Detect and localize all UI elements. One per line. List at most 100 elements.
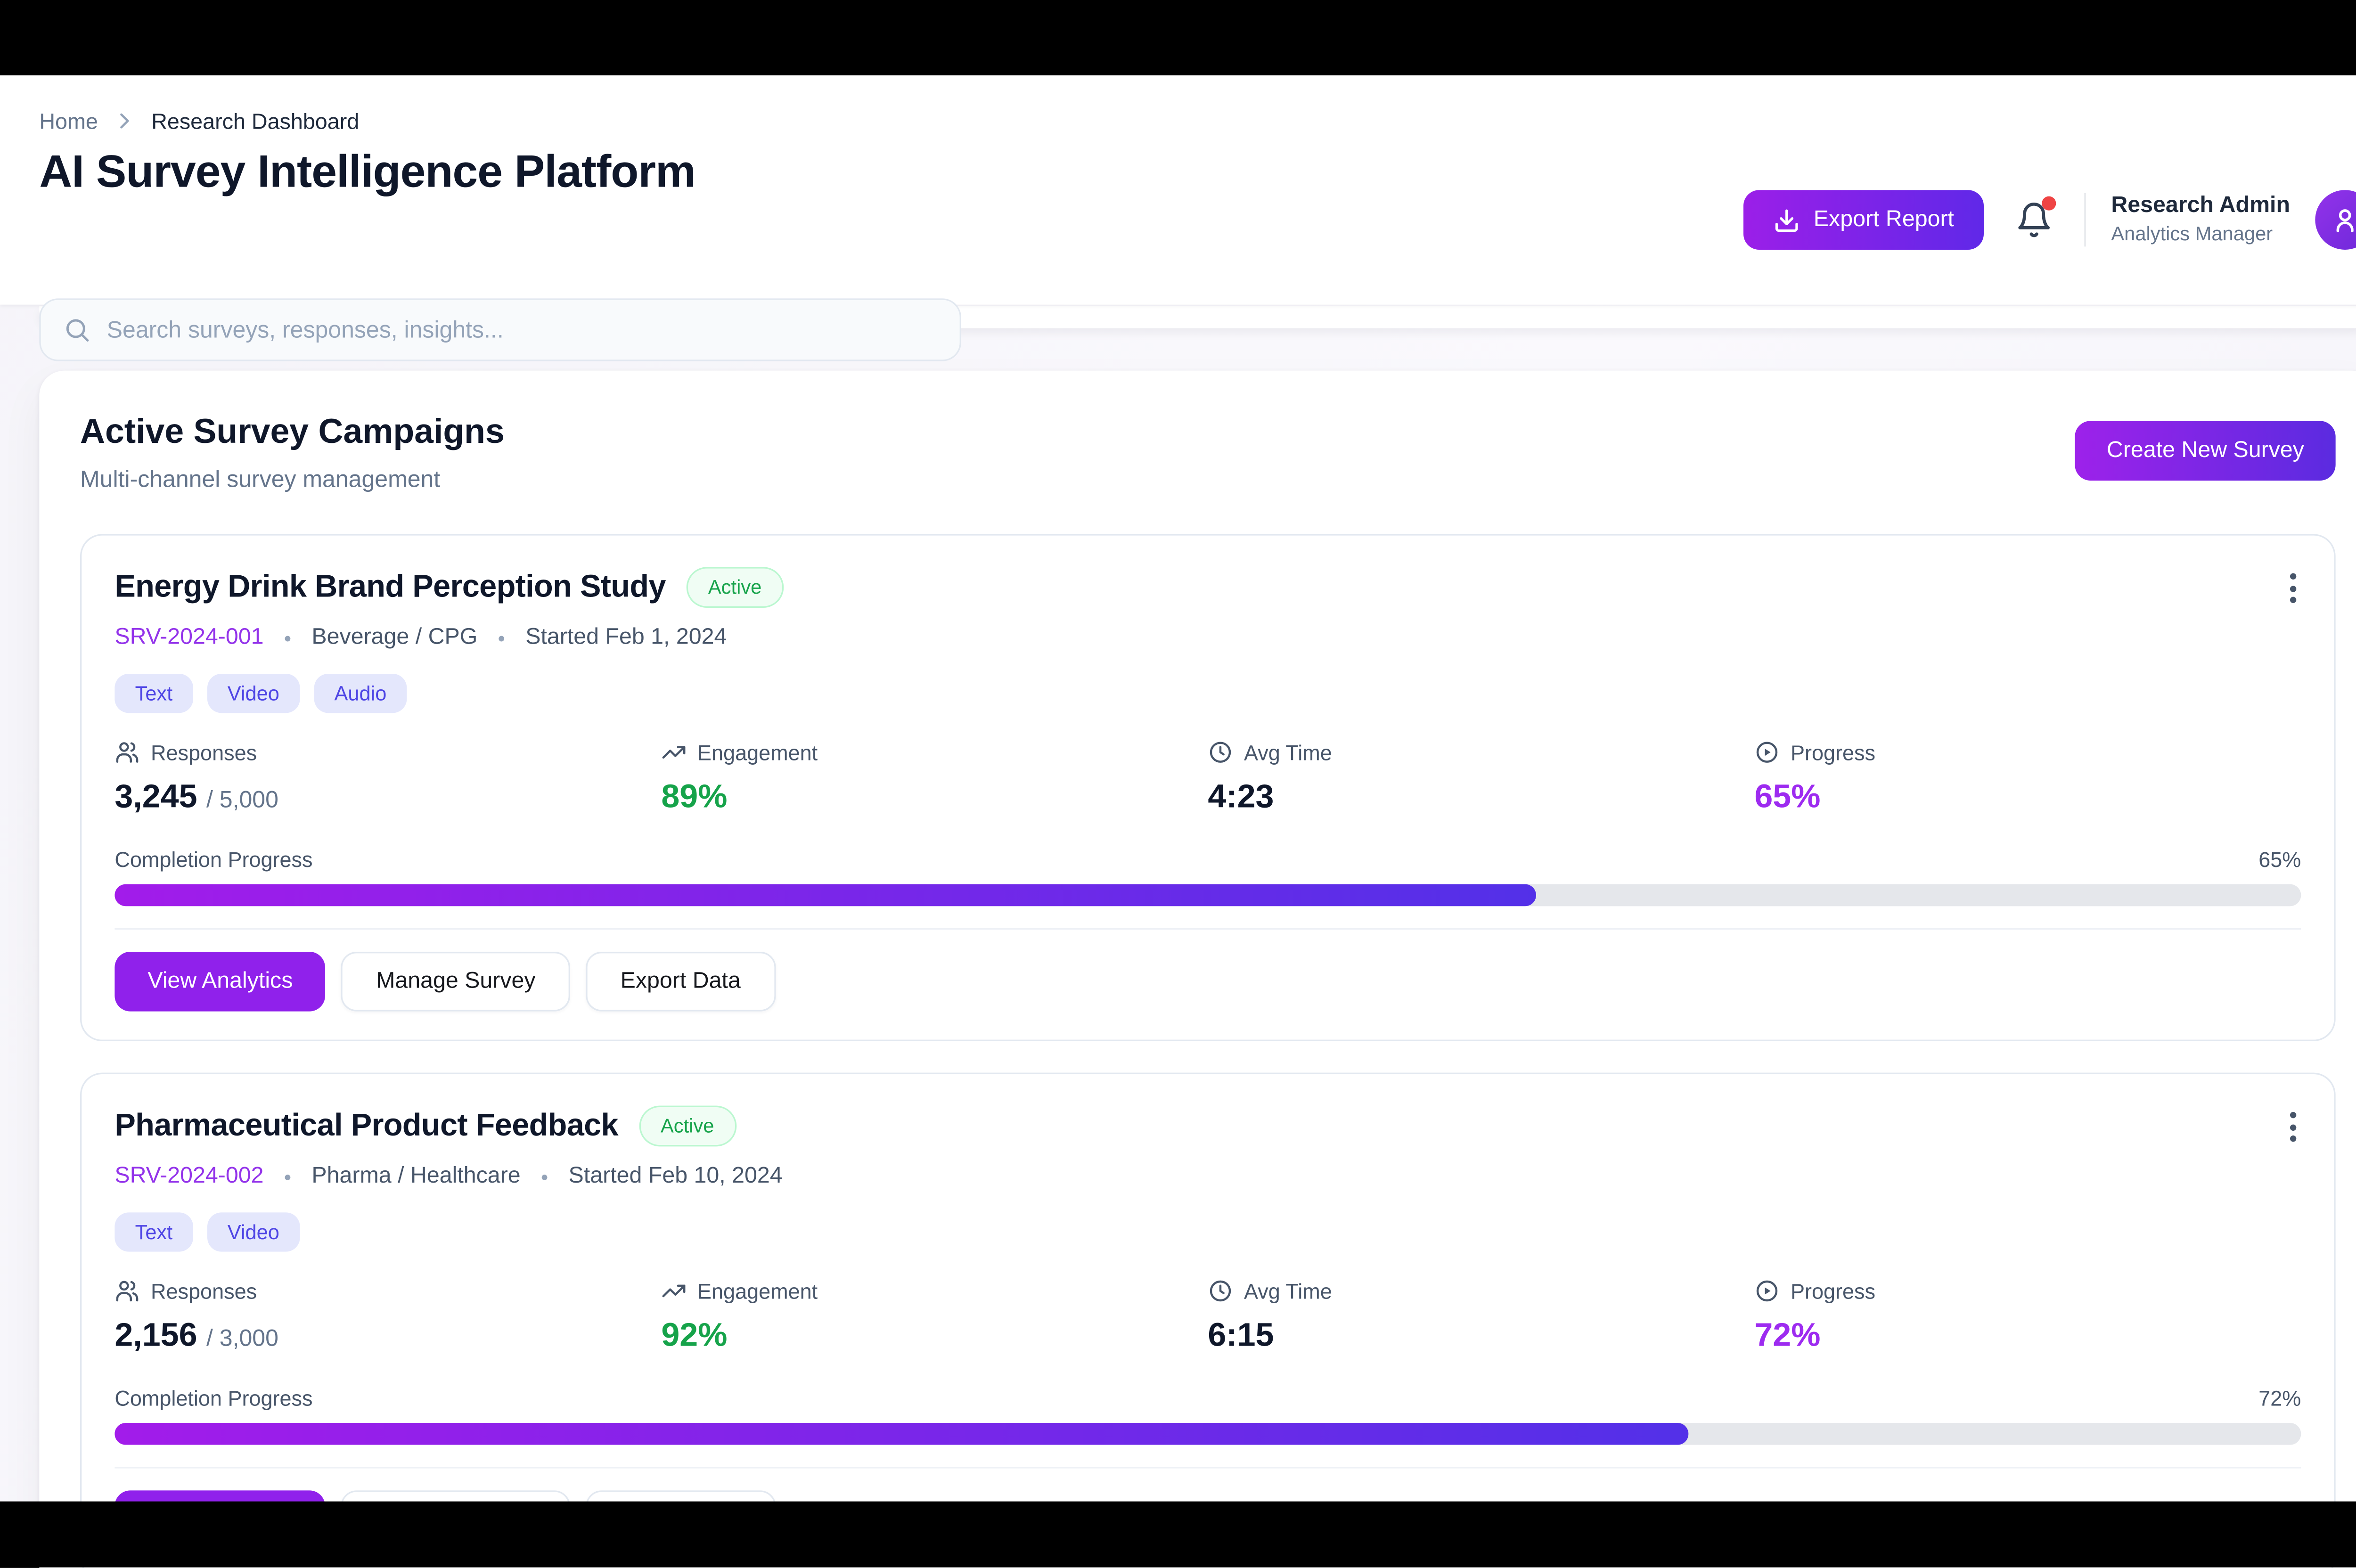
user-info: Research Admin Analytics Manager <box>2111 192 2290 248</box>
user-name: Research Admin <box>2111 192 2290 220</box>
section-header: Active Survey Campaigns Multi-channel su… <box>80 411 2336 493</box>
completion-progress-percent: 65% <box>2258 848 2301 872</box>
campaign-category: Beverage / CPG <box>311 625 477 650</box>
notifications-button[interactable] <box>2015 201 2053 239</box>
breadcrumb: Home Research Dashboard <box>39 108 2356 133</box>
status-badge: Active <box>686 567 784 608</box>
campaign-meta: SRV-2024-002 • Pharma / Healthcare • Sta… <box>115 1164 2301 1189</box>
campaign-title: Energy Drink Brand Perception Study <box>115 569 666 605</box>
responses-total: / 3,000 <box>206 1325 278 1352</box>
page-header: Home Research Dashboard AI Survey Intell… <box>0 75 2356 305</box>
campaign-card: Pharmaceutical Product Feedback Active S… <box>80 1073 2336 1568</box>
top-chrome-bar <box>0 0 2356 75</box>
responses-value: 2,156 <box>115 1318 197 1354</box>
metric-label: Progress <box>1791 1279 1875 1303</box>
progress-value: 65% <box>1754 779 2301 817</box>
responses-value: 3,245 <box>115 779 197 815</box>
chevron-right-icon <box>114 110 136 132</box>
play-circle-icon <box>1754 740 1779 765</box>
trending-up-icon <box>661 1278 686 1303</box>
metric-engagement: Engagement 92% <box>661 1278 1208 1355</box>
notification-badge <box>2042 196 2056 211</box>
play-circle-icon <box>1754 1278 1779 1303</box>
meta-separator: • <box>498 626 505 649</box>
download-icon <box>1773 206 1800 233</box>
metric-responses: Responses 3,245 / 5,000 <box>115 740 661 817</box>
meta-separator: • <box>284 626 291 649</box>
campaign-title: Pharmaceutical Product Feedback <box>115 1108 618 1144</box>
channel-tag: Audio <box>314 674 407 713</box>
campaign-card: Energy Drink Brand Perception Study Acti… <box>80 534 2336 1041</box>
active-campaigns-panel: Active Survey Campaigns Multi-channel su… <box>39 371 2356 1568</box>
search-input[interactable] <box>107 317 938 343</box>
search-icon <box>63 316 91 344</box>
metric-progress: Progress 65% <box>1754 740 2301 817</box>
campaign-category: Pharma / Healthcare <box>311 1164 520 1189</box>
progress-fill <box>115 884 1536 906</box>
avatar[interactable] <box>2315 190 2356 250</box>
completion-progress-label: Completion Progress <box>115 1387 312 1410</box>
app-root: Home Research Dashboard AI Survey Intell… <box>0 0 2356 1568</box>
search-bar[interactable] <box>39 298 961 361</box>
manage-survey-button[interactable]: Manage Survey <box>342 952 570 1012</box>
engagement-value: 92% <box>661 1318 1208 1356</box>
metric-label: Responses <box>151 1279 257 1303</box>
metric-label: Avg Time <box>1244 741 1332 764</box>
metric-label: Responses <box>151 741 257 764</box>
meta-separator: • <box>541 1165 548 1188</box>
metric-label: Engagement <box>697 1279 818 1303</box>
section-subtitle: Multi-channel survey management <box>80 466 505 493</box>
metric-label: Avg Time <box>1244 1279 1332 1303</box>
bottom-chrome-bar <box>0 1502 2356 1568</box>
card-actions: View Analytics Manage Survey Export Data <box>115 928 2301 1012</box>
metric-engagement: Engagement 89% <box>661 740 1208 817</box>
section-title: Active Survey Campaigns <box>80 411 505 452</box>
progress-track <box>115 884 2301 906</box>
breadcrumb-current: Research Dashboard <box>151 108 359 133</box>
meta-separator: • <box>284 1165 291 1188</box>
card-menu-button[interactable] <box>2284 567 2303 609</box>
user-icon <box>2329 204 2356 236</box>
completion-progress-percent: 72% <box>2258 1387 2301 1410</box>
metrics-row: Responses 3,245 / 5,000 Engagement 89% A… <box>115 740 2301 817</box>
metrics-row: Responses 2,156 / 3,000 Engagement 92% A… <box>115 1278 2301 1355</box>
campaign-meta: SRV-2024-001 • Beverage / CPG • Started … <box>115 625 2301 650</box>
responses-total: / 5,000 <box>206 787 278 814</box>
metric-label: Engagement <box>697 741 818 764</box>
metric-avg-time: Avg Time 6:15 <box>1208 1278 1754 1355</box>
metric-progress: Progress 72% <box>1754 1278 2301 1355</box>
campaign-id: SRV-2024-001 <box>115 625 263 650</box>
metric-responses: Responses 2,156 / 3,000 <box>115 1278 661 1355</box>
clock-icon <box>1208 1278 1233 1303</box>
export-report-label: Export Report <box>1814 207 1954 232</box>
avg-time-value: 6:15 <box>1208 1318 1754 1356</box>
header-divider <box>2085 193 2086 246</box>
progress-value: 72% <box>1754 1318 2301 1356</box>
avg-time-value: 4:23 <box>1208 779 1754 817</box>
users-icon <box>115 1278 139 1303</box>
channel-tag: Video <box>207 674 300 713</box>
channel-tag: Video <box>207 1212 300 1251</box>
channel-tag: Text <box>115 1212 193 1251</box>
progress-track <box>115 1423 2301 1445</box>
header-actions: Export Report Research Admin Analytics M… <box>1743 190 2356 250</box>
user-role: Analytics Manager <box>2111 223 2290 248</box>
channel-tags: Text Video <box>115 1212 2301 1251</box>
export-data-button[interactable]: Export Data <box>586 952 775 1012</box>
breadcrumb-home-link[interactable]: Home <box>39 108 98 133</box>
campaign-start-date: Started Feb 10, 2024 <box>569 1164 783 1189</box>
completion-progress-label: Completion Progress <box>115 848 312 872</box>
clock-icon <box>1208 740 1233 765</box>
export-report-button[interactable]: Export Report <box>1743 190 1984 250</box>
metric-label: Progress <box>1791 741 1875 764</box>
completion-progress: Completion Progress 72% <box>115 1387 2301 1445</box>
view-analytics-button[interactable]: View Analytics <box>115 952 326 1012</box>
status-badge: Active <box>638 1106 736 1147</box>
card-menu-button[interactable] <box>2284 1106 2303 1148</box>
create-new-survey-button[interactable]: Create New Survey <box>2075 421 2335 481</box>
channel-tags: Text Video Audio <box>115 674 2301 713</box>
users-icon <box>115 740 139 765</box>
channel-tag: Text <box>115 674 193 713</box>
trending-up-icon <box>661 740 686 765</box>
metric-avg-time: Avg Time 4:23 <box>1208 740 1754 817</box>
